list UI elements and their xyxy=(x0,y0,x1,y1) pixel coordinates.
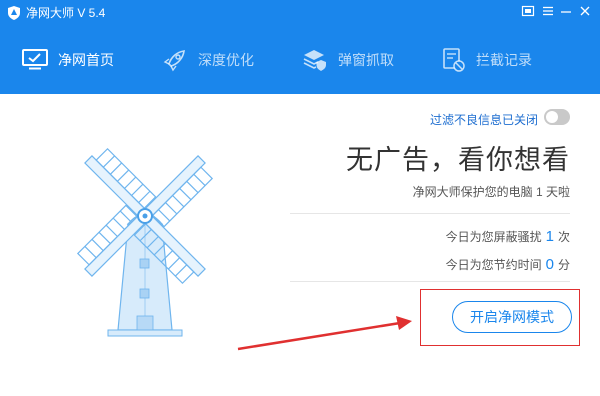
annotation-highlight-box xyxy=(420,289,580,346)
stat-time-saved: 今日为您节约时间 0 分 xyxy=(446,256,570,273)
app-title: 净网大师 V 5.4 xyxy=(26,6,106,20)
minimize-icon[interactable] xyxy=(558,4,574,20)
stat-blocked-label: 今日为您屏蔽骚扰 xyxy=(445,230,542,244)
slogan: 无广告，看你想看 xyxy=(346,145,570,175)
toggle-knob xyxy=(546,111,558,123)
blocked-log-icon xyxy=(443,48,465,72)
nav-item-optimize[interactable]: 深度优化 xyxy=(162,44,254,76)
stat-blocked-value: 1 xyxy=(545,228,554,245)
nav-item-popup-capture-label: 弹窗抓取 xyxy=(338,52,394,68)
skin-icon[interactable] xyxy=(520,4,536,20)
windmill-illustration xyxy=(76,147,214,337)
illustration-area xyxy=(0,94,290,391)
main-nav: 净网首页 深度优化 弹窗抓取 拦截记录 xyxy=(0,36,600,86)
stat-time-unit: 分 xyxy=(557,258,570,272)
header-bar: 净网大师 V 5.4 净网首页 深度优化 弹窗抓取 拦截记录 xyxy=(0,0,600,94)
stat-time-value: 0 xyxy=(545,256,554,273)
nav-item-block-log-label: 拦截记录 xyxy=(476,52,532,68)
app-logo-icon xyxy=(8,6,20,20)
stat-blocked: 今日为您屏蔽骚扰 1 次 xyxy=(446,228,570,245)
divider xyxy=(290,281,570,282)
filter-toggle-label: 过滤不良信息已关闭 xyxy=(429,113,538,127)
nav-item-optimize-label: 深度优化 xyxy=(198,52,254,68)
close-icon[interactable] xyxy=(577,4,593,20)
nav-item-home[interactable]: 净网首页 xyxy=(22,44,114,76)
protection-days: 净网大师保护您的电脑 1 天啦 xyxy=(412,185,570,199)
stat-time-label: 今日为您节约时间 xyxy=(445,258,542,272)
nav-item-popup-capture[interactable]: 弹窗抓取 xyxy=(302,44,394,76)
rocket-icon xyxy=(163,50,185,72)
filter-toggle[interactable] xyxy=(544,109,570,125)
stat-blocked-unit: 次 xyxy=(557,230,570,244)
status-panel: 过滤不良信息已关闭 无广告，看你想看 净网大师保护您的电脑 1 天啦 今日为您屏… xyxy=(290,94,600,391)
divider xyxy=(290,213,570,214)
menu-icon[interactable] xyxy=(540,4,556,20)
nav-item-block-log[interactable]: 拦截记录 xyxy=(442,44,532,76)
nav-item-home-label: 净网首页 xyxy=(58,52,114,68)
title-bar: 净网大师 V 5.4 xyxy=(0,0,600,26)
monitor-icon xyxy=(22,49,48,70)
layers-shield-icon xyxy=(303,50,326,71)
